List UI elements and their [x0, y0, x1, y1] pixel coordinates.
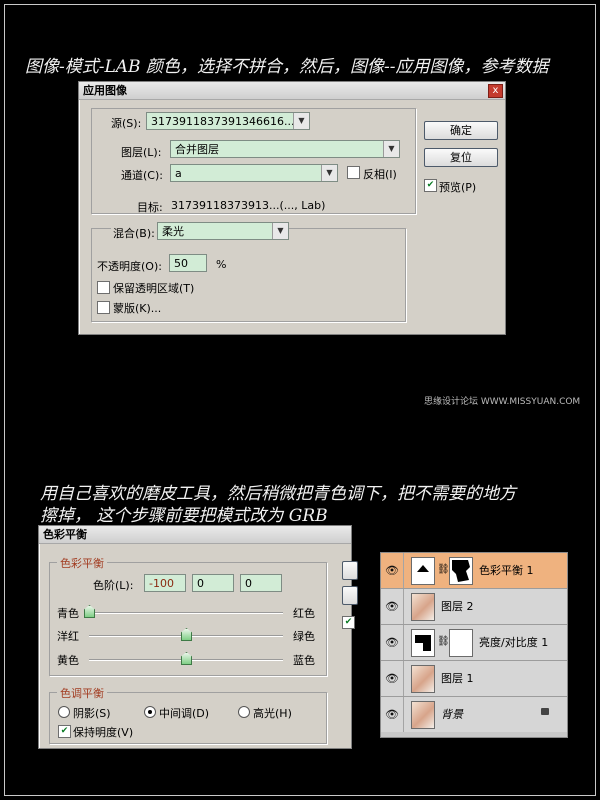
photo-thumbnail — [411, 593, 435, 621]
cyan-label: 青色 — [57, 607, 79, 620]
reset-button[interactable]: 复位 — [424, 148, 498, 167]
shadows-radio[interactable] — [58, 706, 70, 718]
layer-row-color-balance[interactable]: 👁 ⛓ 色彩平衡 1 — [381, 553, 567, 589]
cancel-button-partial[interactable] — [342, 586, 358, 605]
chevron-down-icon: ▼ — [383, 141, 399, 157]
level-yellow-blue-input[interactable]: 0 — [240, 574, 282, 592]
layer-name: 背景 — [441, 708, 463, 721]
midtones-radio[interactable] — [144, 706, 156, 718]
layer-select[interactable]: 合并图层 ▼ — [170, 140, 400, 158]
preview-checkbox-partial[interactable]: ✔ — [342, 616, 355, 629]
dialog-title: 应用图像 — [83, 84, 127, 97]
tone-balance-group-title: 色调平衡 — [57, 685, 107, 701]
close-icon[interactable]: x — [488, 84, 503, 98]
ok-button[interactable]: 确定 — [424, 121, 498, 140]
link-icon: ⛓ — [437, 636, 450, 647]
photo-thumbnail — [411, 665, 435, 693]
cyan-red-slider-track — [89, 612, 283, 614]
eye-icon[interactable]: 👁 — [381, 553, 404, 588]
red-label: 红色 — [293, 607, 315, 620]
link-icon: ⛓ — [437, 564, 450, 575]
invert-label: 反相(I) — [363, 168, 397, 181]
layers-panel: 👁 ⛓ 色彩平衡 1 👁 图层 2 👁 ⛓ 亮度/对比度 1 👁 图层 1 👁 … — [380, 552, 568, 738]
layer-name: 亮度/对比度 1 — [479, 636, 549, 649]
mask-thumbnail — [449, 557, 473, 585]
photo-thumbnail — [411, 701, 435, 729]
preserve-transparency-checkbox[interactable] — [97, 281, 110, 294]
eye-icon[interactable]: 👁 — [381, 589, 404, 624]
target-label: 目标: — [137, 201, 163, 214]
mask-thumbnail — [449, 629, 473, 657]
instruction-text-top: 图像-模式-LAB 颜色，选择不拼合，然后，图像--应用图像，参考数据 — [25, 57, 549, 77]
apply-image-dialog: 应用图像 x 源(S): 3173911837391346616... ▼ 图层… — [78, 81, 506, 335]
layer-row-layer1[interactable]: 👁 图层 1 — [381, 661, 567, 697]
highlights-label: 高光(H) — [253, 707, 292, 720]
magenta-label: 洋红 — [57, 630, 79, 643]
opacity-unit: % — [216, 258, 227, 271]
eye-icon[interactable]: 👁 — [381, 625, 404, 660]
ok-button-partial[interactable] — [342, 561, 358, 580]
blend-select[interactable]: 柔光 ▼ — [157, 222, 289, 240]
chevron-down-icon: ▼ — [321, 165, 337, 181]
chevron-down-icon: ▼ — [272, 223, 288, 239]
layer-label: 图层(L): — [121, 146, 162, 159]
opacity-input[interactable]: 50 — [169, 254, 207, 272]
instruction-text-middle-1: 用自己喜欢的磨皮工具，然后稍微把青色调下，把不需要的地方 — [40, 484, 516, 504]
mask-label: 蒙版(K)... — [113, 302, 162, 315]
layer-name: 色彩平衡 1 — [479, 564, 534, 577]
dialog-title: 色彩平衡 — [43, 528, 87, 541]
eye-icon[interactable]: 👁 — [381, 697, 404, 732]
highlights-radio[interactable] — [238, 706, 250, 718]
target-value: 31739118373913...(..., Lab) — [171, 199, 326, 212]
preview-label: 预览(P) — [439, 181, 477, 194]
invert-checkbox[interactable] — [347, 166, 360, 179]
blend-label: 混合(B): — [111, 225, 157, 241]
channel-label: 通道(C): — [121, 169, 163, 182]
preserve-luminosity-label: 保持明度(V) — [73, 726, 134, 739]
eye-icon[interactable]: 👁 — [381, 661, 404, 696]
blend-value: 柔光 — [162, 225, 184, 238]
adjustment-thumbnail — [411, 557, 435, 585]
source-label: 源(S): — [111, 117, 142, 130]
midtones-label: 中间调(D) — [159, 707, 210, 720]
preview-checkbox[interactable]: ✔ — [424, 179, 437, 192]
preserve-luminosity-checkbox[interactable]: ✔ — [58, 725, 71, 738]
channel-value: a — [175, 167, 182, 180]
layer-row-layer2[interactable]: 👁 图层 2 — [381, 589, 567, 625]
mask-checkbox[interactable] — [97, 301, 110, 314]
level-magenta-green-input[interactable]: 0 — [192, 574, 234, 592]
instruction-text-middle-2: 擦掉， 这个步骤前要把模式改为 GRB — [40, 506, 328, 526]
lock-icon — [541, 708, 549, 715]
adjustment-thumbnail — [411, 629, 435, 657]
shadows-label: 阴影(S) — [73, 707, 111, 720]
dialog-titlebar: 应用图像 — [79, 82, 505, 100]
preserve-transparency-label: 保留透明区域(T) — [113, 282, 195, 295]
chevron-down-icon: ▼ — [293, 113, 309, 129]
dialog-titlebar: 色彩平衡 — [39, 526, 351, 544]
opacity-label: 不透明度(O): — [97, 260, 162, 273]
yellow-label: 黄色 — [57, 654, 79, 667]
source-value: 3173911837391346616... — [151, 115, 295, 128]
layer-value: 合并图层 — [175, 143, 219, 156]
color-balance-group-title: 色彩平衡 — [57, 555, 107, 571]
channel-select[interactable]: a ▼ — [170, 164, 338, 182]
layer-name: 图层 2 — [441, 600, 474, 613]
level-cyan-red-input[interactable]: -100 — [144, 574, 186, 592]
blue-label: 蓝色 — [293, 654, 315, 667]
color-balance-dialog: 色彩平衡 色彩平衡 色阶(L): -100 0 0 青色 红色 洋红 绿色 黄色… — [38, 525, 358, 749]
levels-label: 色阶(L): — [93, 579, 134, 592]
layer-name: 图层 1 — [441, 672, 474, 685]
watermark: 思缘设计论坛 WWW.MISSYUAN.COM — [424, 397, 581, 407]
green-label: 绿色 — [293, 630, 315, 643]
layer-row-brightness[interactable]: 👁 ⛓ 亮度/对比度 1 — [381, 625, 567, 661]
layer-row-background[interactable]: 👁 背景 — [381, 697, 567, 732]
source-select[interactable]: 3173911837391346616... ▼ — [146, 112, 310, 130]
